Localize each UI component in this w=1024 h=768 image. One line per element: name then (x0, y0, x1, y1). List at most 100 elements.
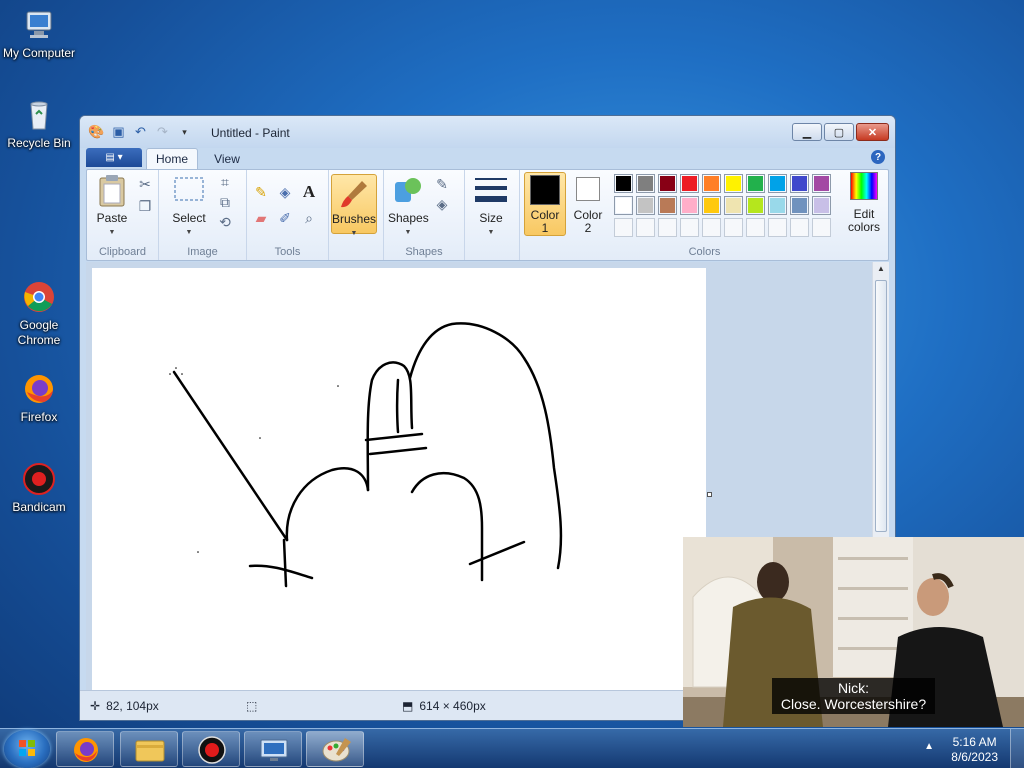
desktop-icon-my-computer[interactable]: My Computer (0, 8, 78, 61)
palette-swatch[interactable] (614, 174, 633, 193)
taskbar-remote-desktop[interactable] (244, 731, 302, 767)
palette-swatch[interactable] (812, 174, 831, 193)
scroll-up-arrow[interactable]: ▲ (877, 264, 885, 273)
color1-button[interactable]: Color 1 (524, 172, 566, 236)
chevron-down-icon: ▼ (185, 229, 193, 236)
minimize-button[interactable]: ▁ (792, 123, 822, 141)
bandicam-record-icon (198, 736, 226, 764)
palette-swatch[interactable] (658, 174, 677, 193)
shapes-icon (392, 174, 424, 206)
clock-date: 8/6/2023 (951, 750, 998, 764)
redo-icon[interactable]: ↷ (154, 124, 171, 140)
palette-swatch[interactable] (746, 174, 765, 193)
scrollbar-thumb[interactable] (875, 280, 887, 532)
help-icon[interactable]: ? (871, 150, 885, 164)
color-picker-icon[interactable]: ✐ (275, 208, 295, 228)
desktop-icon-bandicam[interactable]: Bandicam (0, 462, 78, 515)
select-icon (173, 174, 205, 206)
palette-empty-swatch[interactable] (702, 218, 721, 237)
title-bar[interactable]: 🎨 ▣ ↶ ↷ ▾ Untitled - Paint ▁ ▢ ✕ (80, 116, 895, 148)
taskbar-bandicam[interactable] (182, 731, 240, 767)
color2-button[interactable]: Color 2 (568, 174, 608, 235)
taskbar-firefox[interactable] (56, 731, 114, 767)
paste-button[interactable]: Paste ▼ (93, 174, 131, 239)
selection-size-icon: ⬚ (246, 699, 258, 713)
chevron-down-icon: ▼ (404, 229, 412, 236)
text-tool-icon[interactable]: A (299, 182, 319, 202)
palette-empty-swatch[interactable] (614, 218, 633, 237)
computer-icon (22, 8, 56, 42)
undo-icon[interactable]: ↶ (132, 124, 149, 140)
palette-empty-swatch[interactable] (812, 218, 831, 237)
palette-empty-swatch[interactable] (746, 218, 765, 237)
paint-app-icon[interactable]: 🎨 (88, 124, 105, 140)
palette-empty-swatch[interactable] (790, 218, 809, 237)
tab-home[interactable]: Home (146, 148, 198, 169)
start-button[interactable] (4, 730, 50, 768)
palette-swatch[interactable] (790, 196, 809, 215)
maximize-button[interactable]: ▢ (824, 123, 854, 141)
drawing-strokes (169, 322, 563, 588)
palette-empty-swatch[interactable] (768, 218, 787, 237)
canvas-resize-handle[interactable] (707, 492, 712, 497)
clock[interactable]: 5:16 AM 8/6/2023 (951, 735, 998, 765)
drawing-canvas[interactable] (92, 268, 706, 720)
edit-colors-button[interactable]: Edit colors (842, 172, 886, 234)
select-button[interactable]: Select ▼ (169, 174, 209, 239)
taskbar-paint[interactable] (306, 731, 364, 767)
palette-empty-swatch[interactable] (724, 218, 743, 237)
desktop-icon-firefox[interactable]: Firefox (0, 372, 78, 425)
close-button[interactable]: ✕ (856, 123, 889, 141)
video-overlay[interactable]: Nick: Close. Worcestershire? (683, 537, 1024, 727)
palette-empty-swatch[interactable] (680, 218, 699, 237)
outline-icon[interactable]: ✎ (432, 174, 452, 194)
color2-swatch (576, 177, 600, 201)
palette-swatch[interactable] (658, 196, 677, 215)
palette-empty-swatch[interactable] (636, 218, 655, 237)
palette-swatch[interactable] (790, 174, 809, 193)
rotate-icon[interactable]: ⟲ (215, 212, 235, 232)
show-desktop-button[interactable] (1010, 729, 1024, 768)
save-icon[interactable]: ▣ (110, 124, 127, 140)
quick-access-toolbar: 🎨 ▣ ↶ ↷ ▾ (88, 124, 193, 140)
desktop-icon-google-chrome[interactable]: Google Chrome (0, 280, 78, 348)
palette-swatch[interactable] (614, 196, 633, 215)
palette-swatch[interactable] (636, 196, 655, 215)
brushes-button[interactable]: Brushes ▼ (331, 174, 377, 237)
palette-swatch[interactable] (680, 196, 699, 215)
palette-swatch[interactable] (746, 196, 765, 215)
eraser-icon[interactable]: ▰ (251, 208, 271, 228)
palette-swatch[interactable] (680, 174, 699, 193)
palette-swatch[interactable] (768, 196, 787, 215)
palette-swatch[interactable] (724, 196, 743, 215)
chrome-icon (22, 280, 56, 314)
cut-icon[interactable]: ✂ (135, 174, 155, 194)
paint-menu-button[interactable]: ▤ ▾ (86, 148, 142, 167)
short-finger-stroke (366, 361, 414, 492)
pencil-icon[interactable]: ✎ (251, 182, 271, 202)
palette-swatch[interactable] (636, 174, 655, 193)
shapes-button[interactable]: Shapes ▼ (388, 174, 429, 239)
palette-swatch[interactable] (768, 174, 787, 193)
taskbar-file-explorer[interactable] (120, 731, 178, 767)
crop-icon[interactable]: ⌗ (215, 172, 235, 192)
palette-swatch[interactable] (702, 196, 721, 215)
magnifier-icon[interactable]: ⌕ (299, 208, 319, 228)
canvas-size-icon: ⬒ (402, 699, 414, 713)
customize-toolbar-icon[interactable]: ▾ (176, 124, 193, 140)
desktop-icon-label: Recycle Bin (7, 136, 71, 150)
fill-icon[interactable]: ◈ (275, 182, 295, 202)
palette-swatch[interactable] (702, 174, 721, 193)
palette-empty-swatch[interactable] (658, 218, 677, 237)
size-button[interactable]: Size ▼ (471, 174, 511, 239)
shapes-group: Shapes ▼ ✎ ◈ Shapes (383, 170, 465, 260)
palette-swatch[interactable] (812, 196, 831, 215)
palette-swatch[interactable] (724, 174, 743, 193)
copy-icon[interactable]: ❐ (135, 196, 155, 216)
desktop-icon-recycle-bin[interactable]: Recycle Bin (0, 98, 78, 151)
show-hidden-icons-icon[interactable]: ▲ (924, 741, 934, 752)
fill-shape-icon[interactable]: ◈ (432, 194, 452, 214)
resize-icon[interactable]: ⧉ (215, 192, 235, 212)
ribbon: Paste ▼ ✂ ❐ Clipboard Select ▼ ⌗ ⧉ ⟲ Ima… (86, 169, 889, 261)
tab-view[interactable]: View (202, 148, 252, 169)
